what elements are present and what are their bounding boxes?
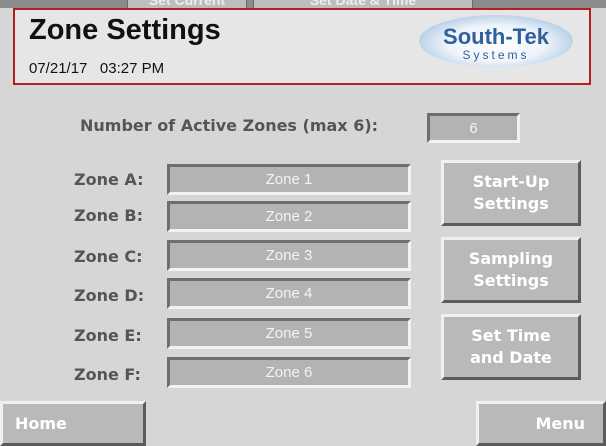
page-title: Zone Settings xyxy=(29,14,221,46)
startup-settings-button[interactable]: Start-Up Settings xyxy=(441,160,581,226)
sampling-settings-label-line2: Settings xyxy=(473,271,549,290)
menu-button[interactable]: Menu xyxy=(476,401,606,446)
home-button-label: Home xyxy=(15,413,67,433)
date-time-display: 07/21/17 03:27 PM xyxy=(29,60,164,77)
zone-f-input[interactable]: Zone 6 xyxy=(167,357,411,388)
logo-brand-text: South-Tek xyxy=(443,24,549,49)
sampling-settings-button[interactable]: Sampling Settings xyxy=(441,237,581,303)
set-date-time-button[interactable]: Set Date & Time xyxy=(253,0,473,8)
header-panel: Zone Settings 07/21/17 03:27 PM South-Te… xyxy=(13,8,591,85)
zone-e-input[interactable]: Zone 5 xyxy=(167,318,411,349)
zone-b-input[interactable]: Zone 2 xyxy=(167,201,411,232)
zone-d-label: Zone D: xyxy=(74,286,145,305)
date-text: 07/21/17 xyxy=(29,60,88,77)
set-current-button[interactable]: Set Current xyxy=(127,0,247,8)
zone-a-label: Zone A: xyxy=(74,170,144,189)
logo-sub-text: Systems xyxy=(462,48,530,62)
zone-b-label: Zone B: xyxy=(74,206,143,225)
zone-d-input[interactable]: Zone 4 xyxy=(167,278,411,309)
top-bar: Set Current Set Date & Time xyxy=(0,0,606,8)
startup-settings-label-line2: Settings xyxy=(473,194,549,213)
zone-e-label: Zone E: xyxy=(74,326,142,345)
active-zones-input[interactable]: 6 xyxy=(427,113,520,143)
set-time-date-label-line1: Set Time xyxy=(471,326,551,346)
zone-a-input[interactable]: Zone 1 xyxy=(167,164,411,195)
set-time-date-button[interactable]: Set Time and Date xyxy=(441,314,581,380)
time-text: 03:27 PM xyxy=(99,60,165,77)
active-zones-label: Number of Active Zones (max 6): xyxy=(80,116,379,135)
zone-c-input[interactable]: Zone 3 xyxy=(167,240,411,271)
home-button[interactable]: Home xyxy=(0,401,146,446)
south-tek-logo: South-Tek Systems xyxy=(419,15,579,71)
menu-button-label: Menu xyxy=(535,413,585,433)
zone-f-label: Zone F: xyxy=(74,365,141,384)
startup-settings-label-line1: Start-Up xyxy=(472,172,550,192)
zone-c-label: Zone C: xyxy=(74,247,143,266)
set-time-date-label-line2: and Date xyxy=(470,348,552,367)
sampling-settings-label-line1: Sampling xyxy=(468,249,554,269)
